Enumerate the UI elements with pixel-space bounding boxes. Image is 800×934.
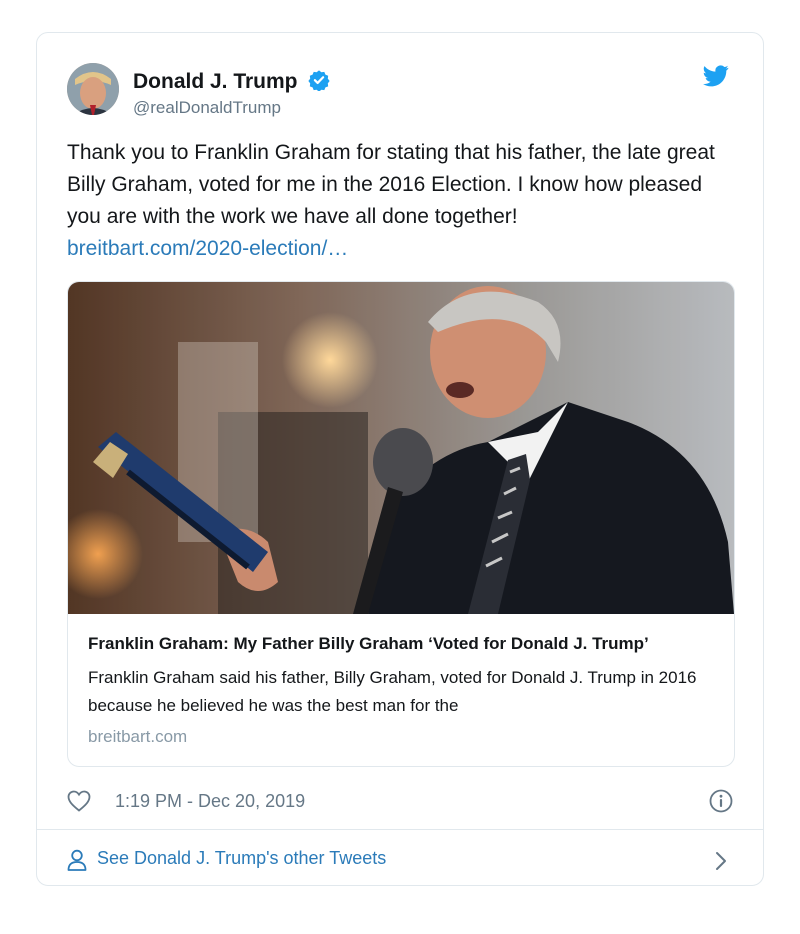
card-domain[interactable]: breitbart.com (88, 724, 714, 750)
tweet-text: Thank you to Franklin Graham for stating… (67, 137, 735, 265)
author-handle[interactable]: @realDonaldTrump (133, 98, 281, 118)
other-tweets-link[interactable]: See Donald J. Trump's other Tweets (67, 845, 733, 875)
article-photo[interactable] (68, 282, 734, 614)
card-title[interactable]: Franklin Graham: My Father Billy Graham … (88, 632, 714, 656)
info-icon[interactable] (709, 789, 733, 813)
tweet-meta: 1:19 PM - Dec 20, 2019 (67, 787, 733, 817)
card-body: Franklin Graham: My Father Billy Graham … (88, 632, 714, 750)
person-icon (67, 849, 87, 871)
other-tweets-label: See Donald J. Trump's other Tweets (97, 848, 387, 868)
card-description: Franklin Graham said his father, Billy G… (88, 668, 697, 715)
tweet-link[interactable]: breitbart.com/2020-election/… (67, 233, 735, 265)
tweet-card: Donald J. Trump @realDonaldTrump Thank y… (36, 32, 764, 886)
author-name-text: Donald J. Trump (133, 70, 298, 93)
heart-icon[interactable] (67, 790, 91, 812)
tweet-body: Thank you to Franklin Graham for stating… (67, 141, 715, 228)
tweet-header: Donald J. Trump @realDonaldTrump (67, 63, 733, 119)
chevron-right-icon (716, 852, 726, 870)
avatar[interactable] (67, 63, 119, 115)
link-preview-card[interactable]: Franklin Graham: My Father Billy Graham … (67, 281, 735, 767)
divider (37, 829, 763, 830)
twitter-bird-icon[interactable] (703, 65, 729, 87)
timestamp[interactable]: 1:19 PM - Dec 20, 2019 (115, 791, 305, 812)
author-name[interactable]: Donald J. Trump (133, 69, 330, 94)
verified-badge-icon (308, 70, 330, 91)
